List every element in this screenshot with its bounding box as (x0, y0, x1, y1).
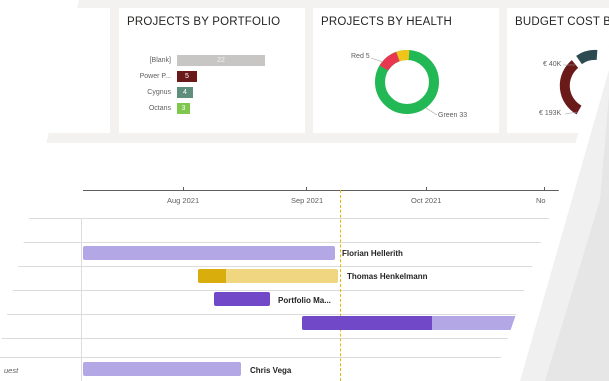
bar-value: 4 (183, 89, 187, 96)
month-label: Oct 2021 (411, 196, 442, 205)
donut-label-green: Green 33 (438, 112, 468, 119)
tick (306, 187, 307, 191)
month-label: Aug 2021 (167, 196, 200, 205)
gantt-bar-label: Florian Hellerith (342, 249, 403, 258)
bar-label: Octans (148, 105, 171, 112)
bar-value: 22 (217, 57, 225, 64)
card-budget-cost[interactable]: BUDGET COST BY P € 40K € 193K (507, 8, 609, 133)
budget-label-bottom: € 193K (539, 110, 562, 117)
tick (544, 187, 545, 191)
gantt-bar[interactable] (83, 362, 241, 376)
row-divider (0, 218, 560, 219)
bar-label: Power P... (139, 73, 171, 80)
row-divider (0, 314, 560, 315)
donut-segment-red (379, 51, 400, 71)
month-label: No (536, 196, 546, 205)
bar-cygnus[interactable]: 4 (177, 87, 193, 98)
row-divider (0, 357, 560, 358)
card-projects-by-health[interactable]: PROJECTS BY HEALTH Red 5 Green 33 (313, 8, 499, 133)
row-divider (0, 266, 560, 267)
dashboard-panel: PROJECTS BY PORTFOLIO [Blank] 22 Power P… (0, 0, 609, 381)
bar-label: [Blank] (149, 57, 171, 64)
bar-label: Cygnus (147, 89, 171, 96)
budget-label-top: € 40K (543, 61, 562, 68)
gantt-bar-label: Portfolio Ma... (278, 296, 331, 305)
gantt-bar-label: Thomas Henkelmann (347, 272, 428, 281)
timeline-axis (83, 190, 563, 191)
donut-segment-yellow (396, 50, 410, 62)
bar-value: 3 (181, 105, 186, 112)
gantt-bar[interactable] (83, 246, 335, 260)
left-column-divider (81, 218, 82, 381)
row-divider (0, 242, 560, 243)
card-left-partial (0, 8, 110, 133)
donut-segment-maroon (559, 60, 582, 115)
bar-blank[interactable]: 22 (177, 55, 265, 66)
row-left-text: uest (4, 366, 19, 375)
month-label: Sep 2021 (291, 196, 324, 205)
card-projects-by-portfolio[interactable]: PROJECTS BY PORTFOLIO [Blank] 22 Power P… (119, 8, 305, 133)
row-divider (0, 290, 560, 291)
health-donut-chart[interactable] (313, 8, 499, 133)
bar-power-p[interactable]: 5 (177, 71, 197, 82)
row-divider (0, 338, 560, 339)
label-leader-red (370, 57, 384, 63)
dashboard-stage: PROJECTS BY PORTFOLIO [Blank] 22 Power P… (0, 0, 609, 381)
today-line (340, 190, 341, 381)
gantt-bar-progress[interactable] (198, 269, 226, 283)
tick (183, 187, 184, 191)
gantt-section (0, 143, 609, 381)
bar-octans[interactable]: 3 (177, 103, 190, 114)
gantt-bar-progress[interactable] (302, 316, 432, 330)
gantt-bar-label: Chris Vega (250, 366, 292, 375)
gantt-bar[interactable] (214, 292, 270, 306)
label-leader-green (425, 107, 438, 116)
donut-segment-dark-teal (576, 49, 598, 65)
bar-value: 5 (185, 73, 189, 80)
donut-label-red: Red 5 (351, 53, 370, 60)
card-title: PROJECTS BY PORTFOLIO (127, 16, 281, 28)
tick (426, 187, 427, 191)
